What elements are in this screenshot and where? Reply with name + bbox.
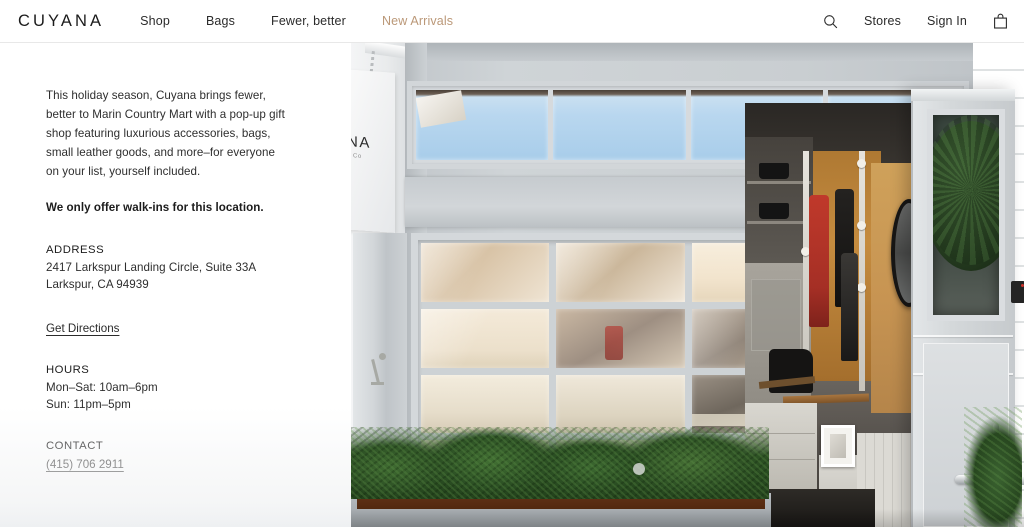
address-section: ADDRESS 2417 Larkspur Landing Circle, Su…	[46, 242, 321, 293]
interior-wall-panel	[751, 279, 801, 351]
address-label: ADDRESS	[46, 244, 105, 256]
address-line-1: 2417 Larkspur Landing Circle, Suite 33A	[46, 261, 257, 274]
search-icon[interactable]	[823, 14, 838, 29]
window-pane	[556, 243, 685, 302]
photo-facade-top-band	[405, 43, 973, 61]
address-line-2: Larkspur, CA 94939	[46, 278, 149, 291]
walkins-note: We only offer walk-ins for this location…	[46, 201, 264, 214]
directions-row: Get Directions	[46, 319, 321, 337]
nav-item-fewer-better[interactable]: Fewer, better	[271, 10, 346, 32]
nav-item-stores[interactable]: Stores	[864, 14, 901, 28]
brand-logo[interactable]: CUYANA	[18, 13, 104, 30]
photo-hedge-texture	[351, 427, 769, 499]
photo-door-top-edge	[911, 89, 1015, 101]
contact-section: CONTACT (415) 706 2911	[46, 438, 321, 473]
contact-label: CONTACT	[46, 440, 104, 452]
interior-rack-peg	[857, 159, 866, 168]
page-root: CUYANA Shop Bags Fewer, better New Arriv…	[0, 0, 1024, 527]
interior-rack-peg	[857, 283, 866, 292]
interior-shelf	[747, 221, 811, 224]
hours-section: HOURS Mon–Sat: 10am–6pm Sun: 11pm–5pm	[46, 362, 321, 413]
transom-pane-1	[416, 90, 549, 160]
nav-item-bags[interactable]: Bags	[206, 10, 235, 32]
nav-item-signin[interactable]: Sign In	[927, 14, 967, 28]
storefront-photo: NA Co	[351, 43, 1024, 527]
interior-black-garment	[841, 253, 858, 361]
interior-red-garment	[809, 195, 829, 327]
get-directions-link[interactable]: Get Directions	[46, 320, 119, 337]
window-pane	[556, 308, 685, 368]
window-pane	[421, 243, 550, 302]
shopping-bag-icon[interactable]	[993, 13, 1008, 30]
photo-sign-text: NA	[351, 133, 372, 152]
nav-item-shop[interactable]: Shop	[140, 10, 170, 32]
window-pane	[556, 374, 685, 434]
photo-door-glass	[927, 109, 1005, 321]
interior-shelf	[747, 181, 811, 184]
nav-item-new-arrivals[interactable]: New Arrivals	[382, 10, 453, 32]
window-pane	[421, 374, 550, 434]
interior-display-bag	[759, 163, 789, 179]
interior-rack-peg	[857, 221, 866, 230]
site-header: CUYANA Shop Bags Fewer, better New Arriv…	[0, 0, 1024, 43]
photo-door-latch-foot	[371, 382, 384, 385]
photo-wreath-texture	[933, 115, 999, 265]
photo-door-latch-knob	[379, 353, 386, 360]
transom-pane-2	[553, 90, 686, 160]
hours-sunday: Sun: 11pm–5pm	[46, 398, 131, 411]
location-intro-text: This holiday season, Cuyana brings fewer…	[46, 89, 285, 178]
interior-display-bag	[759, 203, 789, 219]
contact-phone-link[interactable]: (415) 706 2911	[46, 456, 124, 473]
photo-ground-shadow	[351, 509, 1024, 527]
photo-hedge-highlight	[633, 463, 645, 475]
utility-nav: Stores Sign In	[823, 13, 1008, 30]
photo-door-rail	[913, 335, 1013, 337]
hours-label: HOURS	[46, 364, 90, 376]
window-pane	[421, 308, 550, 368]
primary-nav: Shop Bags Fewer, better New Arrivals	[140, 10, 453, 32]
interior-framed-picture	[821, 425, 855, 467]
hours-weekday: Mon–Sat: 10am–6pm	[46, 381, 158, 394]
interior-rack-post	[859, 151, 865, 391]
location-info-panel: This holiday season, Cuyana brings fewer…	[0, 43, 351, 527]
